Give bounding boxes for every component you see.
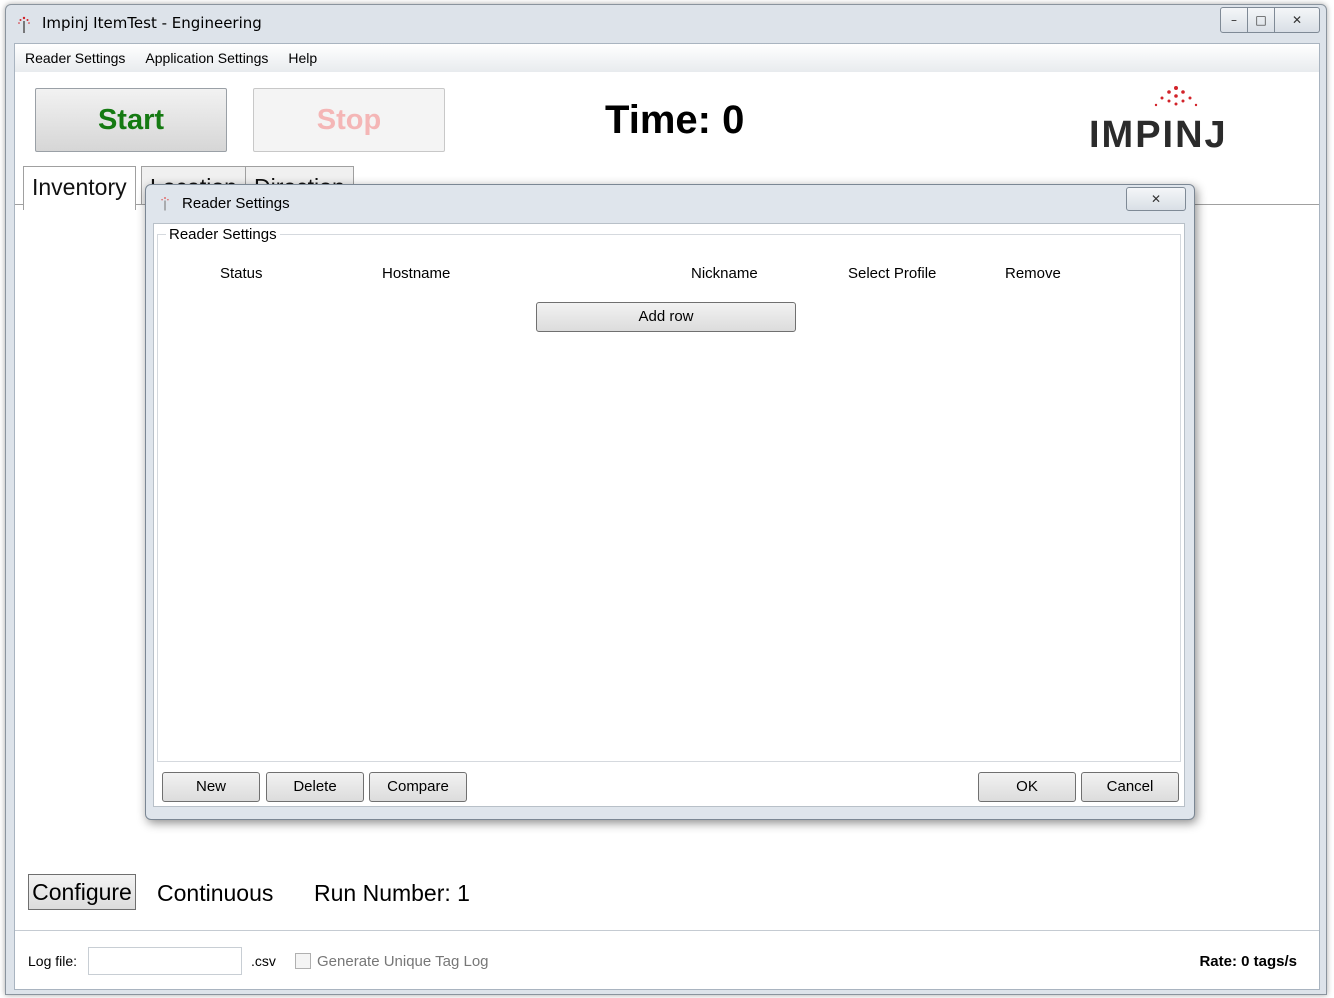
cancel-button[interactable]: Cancel bbox=[1081, 772, 1179, 802]
tab-inventory[interactable]: Inventory bbox=[23, 166, 136, 210]
generate-unique-tag-log-checkbox[interactable] bbox=[295, 953, 311, 969]
log-file-input[interactable] bbox=[88, 947, 242, 975]
logo-text: IMPINJ bbox=[1089, 114, 1228, 156]
add-row-button[interactable]: Add row bbox=[536, 302, 796, 332]
stop-button[interactable]: Stop bbox=[253, 88, 445, 152]
reader-settings-group: Reader Settings Status Hostname Nickname… bbox=[157, 226, 1181, 762]
generate-unique-tag-log-label: Generate Unique Tag Log bbox=[317, 953, 489, 970]
run-number-label: Run Number: 1 bbox=[314, 880, 470, 906]
new-button[interactable]: New bbox=[162, 772, 260, 802]
close-icon: ✕ bbox=[1150, 192, 1162, 206]
column-header-hostname: Hostname bbox=[382, 265, 451, 282]
reader-settings-dialog: Reader Settings ✕ Reader Settings Status… bbox=[145, 184, 1195, 820]
menu-bar: Reader Settings Application Settings Hel… bbox=[15, 44, 1319, 72]
column-header-select-profile: Select Profile bbox=[848, 265, 937, 282]
close-icon: ✕ bbox=[1291, 13, 1303, 27]
impinj-app-icon bbox=[161, 197, 169, 211]
configure-button[interactable]: Configure bbox=[28, 874, 136, 910]
compare-button[interactable]: Compare bbox=[369, 772, 467, 802]
window-controls: – □ ✕ bbox=[1220, 7, 1320, 33]
rate-label: Rate: 0 tags/s bbox=[1199, 953, 1297, 970]
dialog-content: Reader Settings Status Hostname Nickname… bbox=[153, 223, 1185, 807]
column-header-nickname: Nickname bbox=[691, 265, 758, 282]
column-header-remove: Remove bbox=[1005, 265, 1061, 282]
maximize-icon: □ bbox=[1255, 13, 1267, 27]
group-title: Reader Settings bbox=[166, 226, 280, 243]
maximize-button[interactable]: □ bbox=[1248, 7, 1275, 33]
mode-label: Continuous bbox=[157, 880, 274, 906]
menu-help[interactable]: Help bbox=[278, 44, 327, 72]
dialog-close-button[interactable]: ✕ bbox=[1126, 187, 1186, 211]
log-file-label: Log file: bbox=[28, 953, 78, 969]
delete-button[interactable]: Delete bbox=[266, 772, 364, 802]
minimize-icon: – bbox=[1231, 13, 1237, 27]
status-bar: Log file: .csv Generate Unique Tag Log R… bbox=[15, 930, 1319, 989]
close-button[interactable]: ✕ bbox=[1275, 7, 1320, 33]
dialog-title: Reader Settings bbox=[182, 195, 290, 212]
minimize-button[interactable]: – bbox=[1220, 7, 1248, 33]
ok-button[interactable]: OK bbox=[978, 772, 1076, 802]
window-title: Impinj ItemTest - Engineering bbox=[42, 14, 262, 32]
title-bar: Impinj ItemTest - Engineering – □ ✕ bbox=[6, 5, 1326, 41]
menu-application-settings[interactable]: Application Settings bbox=[135, 44, 278, 72]
start-button[interactable]: Start bbox=[35, 88, 227, 152]
impinj-logo: IMPINJ bbox=[1089, 82, 1259, 156]
column-header-status: Status bbox=[220, 265, 263, 282]
time-display: Time: 0 bbox=[605, 98, 745, 142]
csv-extension-label: .csv bbox=[251, 953, 276, 969]
menu-reader-settings[interactable]: Reader Settings bbox=[15, 44, 135, 72]
logo-dots-icon bbox=[1154, 86, 1198, 107]
impinj-app-icon bbox=[18, 16, 30, 33]
